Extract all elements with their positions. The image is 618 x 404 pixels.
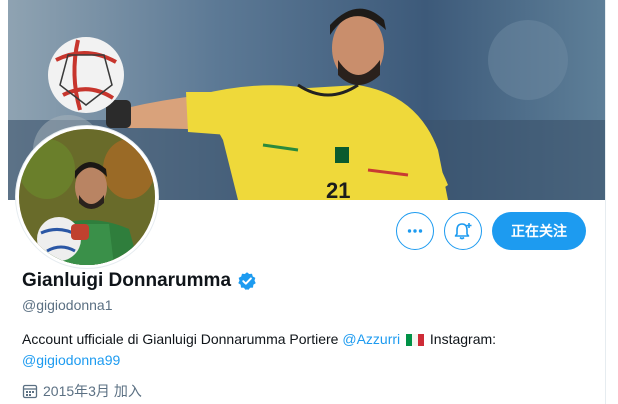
bell-plus-icon (454, 223, 472, 240)
display-name: Gianluigi Donnarumma (22, 270, 232, 291)
avatar-photo (19, 129, 155, 265)
italy-flag-icon (406, 334, 425, 346)
calendar-icon (22, 384, 38, 399)
profile-avatar[interactable] (15, 125, 159, 269)
notifications-button[interactable] (444, 212, 482, 250)
profile-handle: @gigiodonna1 (22, 297, 113, 313)
verified-badge-icon (238, 272, 256, 290)
more-horizontal-icon (407, 229, 423, 233)
following-button[interactable]: 正在关注 (492, 212, 586, 250)
column-border (605, 0, 606, 404)
profile-actions: 正在关注 (396, 212, 586, 250)
profile-bio: Account ufficiale di Gianluigi Donnarumm… (22, 329, 582, 371)
avatar-image (19, 129, 155, 265)
joined-text: 2015年3月 加入 (43, 383, 142, 399)
profile-name-row: Gianluigi Donnarumma (22, 270, 257, 292)
more-button[interactable] (396, 212, 434, 250)
joined-date: 2015年3月 加入 (22, 381, 142, 401)
profile-page: 21 正在关注 Gianluigi Donnarumma @gigiodonna… (0, 0, 618, 404)
svg-text:21: 21 (326, 178, 350, 200)
bio-link-azzurri[interactable]: @Azzurri (342, 331, 400, 347)
bio-instagram-label: Instagram: (426, 331, 497, 347)
bio-text: Account ufficiale di Gianluigi Donnarumm… (22, 331, 343, 347)
bio-link-instagram[interactable]: @gigiodonna99 (22, 352, 120, 368)
